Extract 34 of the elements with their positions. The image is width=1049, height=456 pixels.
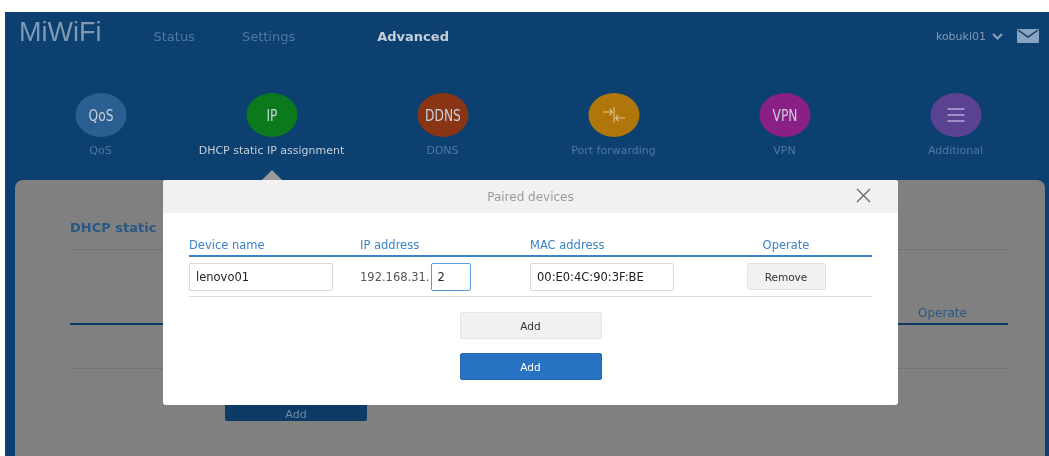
feature-label[interactable]: Port forwarding <box>571 144 656 157</box>
mac-address-field[interactable]: 00:E0:4C:90:3F:BE <box>530 262 674 291</box>
nav-tab[interactable]: Advanced <box>377 28 449 44</box>
ip-prefix: 192.168.31. <box>360 269 430 284</box>
ip-suffix-field[interactable]: 2 <box>430 262 471 291</box>
column-header: Operate <box>918 306 968 320</box>
user-menu[interactable]: kobuki01 <box>935 29 986 43</box>
column-header: IP address <box>360 238 421 252</box>
feature-label[interactable]: DDNS <box>426 144 459 157</box>
feature-label[interactable]: QoS <box>89 144 112 157</box>
feature-icon[interactable]: QoS <box>75 93 126 137</box>
feature-icon[interactable]: VPN <box>759 93 810 137</box>
feature-label[interactable]: DHCP static IP assignment <box>198 144 345 157</box>
add-button[interactable]: Add <box>459 353 602 380</box>
close-icon[interactable] <box>856 188 871 203</box>
dialog-title: Paired devices <box>487 189 574 204</box>
logo: MiWiFi <box>19 16 102 48</box>
nav-tab[interactable]: Settings <box>241 28 296 44</box>
column-header: MAC address <box>530 238 606 252</box>
add-button[interactable]: Add <box>459 312 602 339</box>
mail-icon[interactable] <box>1017 29 1039 43</box>
page-title: DHCP static <box>70 220 158 235</box>
feature-icon[interactable]: DDNS <box>417 93 468 137</box>
column-header: Device name <box>189 238 266 252</box>
column-header: Operate <box>761 238 811 252</box>
feature-label[interactable]: VPN <box>773 144 796 157</box>
chevron-down-icon <box>992 32 1003 40</box>
feature-label[interactable]: Additional <box>927 144 984 157</box>
nav-tab[interactable]: Status <box>153 28 195 44</box>
arrows-icon[interactable] <box>588 93 639 137</box>
feature-icon[interactable]: IP <box>246 93 297 137</box>
device-name-field[interactable]: lenovo01 <box>189 262 333 291</box>
menu-icon[interactable] <box>930 93 981 137</box>
remove-button[interactable]: Remove <box>746 263 826 290</box>
